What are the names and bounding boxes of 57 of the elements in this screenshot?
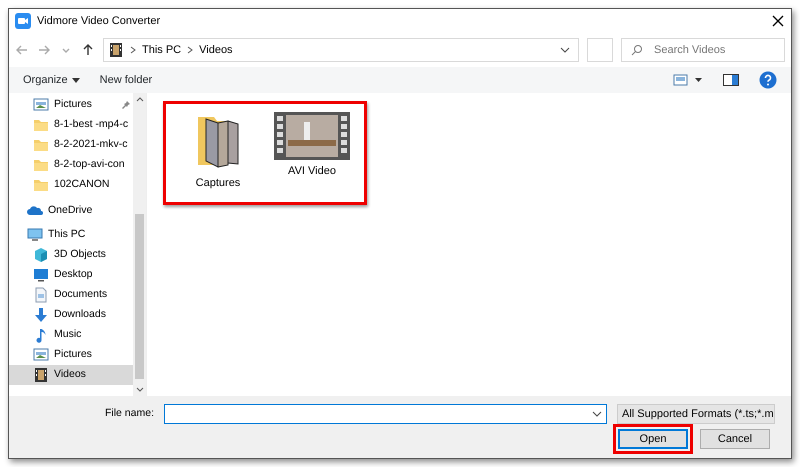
cube-icon bbox=[33, 247, 49, 263]
breadcrumb-link[interactable]: This PC bbox=[142, 42, 182, 58]
up-arrow-icon[interactable] bbox=[81, 43, 95, 57]
sidebar-item[interactable]: OneDrive bbox=[9, 201, 133, 221]
sidebar-item[interactable]: Downloads bbox=[9, 305, 133, 325]
open-button[interactable]: Open bbox=[618, 429, 688, 449]
file-name[interactable]: Captures bbox=[196, 175, 240, 192]
help-button[interactable] bbox=[759, 71, 777, 89]
folder-icon bbox=[33, 177, 49, 193]
new-folder-button[interactable]: New folder bbox=[100, 72, 152, 88]
scroll-down-icon[interactable] bbox=[136, 387, 144, 393]
sidebar-item[interactable]: This PC bbox=[9, 225, 133, 245]
film-icon bbox=[108, 42, 124, 58]
scrollbar[interactable] bbox=[133, 93, 146, 396]
file-name-label: File name: bbox=[104, 406, 154, 422]
folder-icon bbox=[33, 117, 49, 133]
film-icon bbox=[33, 367, 49, 383]
document-icon bbox=[33, 287, 49, 303]
breadcrumb-link[interactable]: Videos bbox=[199, 42, 233, 58]
sidebar-item[interactable]: 8-1-best -mp4-c bbox=[9, 115, 133, 135]
film-strip-icon bbox=[274, 112, 350, 160]
search-field[interactable]: Search Videos bbox=[621, 38, 785, 62]
organize-menu[interactable]: Organize bbox=[23, 72, 80, 88]
sidebar-item[interactable]: Music bbox=[9, 325, 133, 345]
cancel-button[interactable]: Cancel bbox=[700, 429, 770, 449]
monitor-icon bbox=[33, 267, 49, 283]
close-button[interactable] bbox=[771, 14, 785, 28]
down-arrow-icon bbox=[33, 307, 49, 323]
folder-icon bbox=[33, 137, 49, 153]
sidebar-item[interactable]: 8-2-2021-mkv-c bbox=[9, 135, 133, 155]
app-logo-icon bbox=[15, 13, 31, 29]
sidebar-item[interactable]: 8-2-top-avi-con bbox=[9, 155, 133, 175]
preview-pane-button[interactable] bbox=[723, 74, 739, 86]
sidebar-item[interactable]: Pictures bbox=[9, 95, 133, 115]
scroll-up-icon[interactable] bbox=[136, 96, 144, 102]
folder-thumbnail-icon bbox=[197, 116, 239, 168]
caret-icon bbox=[72, 78, 80, 82]
chevron-down-icon[interactable] bbox=[592, 411, 602, 417]
sidebar-item[interactable]: Videos bbox=[9, 365, 133, 385]
window-title: Vidmore Video Converter bbox=[37, 14, 162, 29]
chevron-right-icon bbox=[187, 46, 194, 54]
file-name-field[interactable] bbox=[164, 404, 607, 424]
file-name[interactable]: AVI Video bbox=[288, 163, 336, 180]
sidebar-item[interactable]: 3D Objects bbox=[9, 245, 133, 265]
sidebar-item[interactable]: Documents bbox=[9, 285, 133, 305]
file-type-dropdown[interactable]: All Supported Formats (*.ts;*.m bbox=[617, 404, 775, 424]
search-icon bbox=[631, 44, 643, 56]
dropdown-button[interactable] bbox=[560, 47, 570, 53]
computer-icon bbox=[27, 227, 43, 243]
chevron-right-icon bbox=[130, 46, 136, 54]
picture-icon bbox=[33, 97, 49, 113]
view-options-button[interactable] bbox=[673, 74, 703, 86]
picture-icon bbox=[33, 347, 49, 363]
sidebar-item[interactable]: Desktop bbox=[9, 265, 133, 285]
sidebar-item[interactable]: Pictures bbox=[9, 345, 133, 365]
sidebar-item[interactable]: 102CANON bbox=[9, 175, 133, 195]
folder-icon bbox=[33, 157, 49, 173]
